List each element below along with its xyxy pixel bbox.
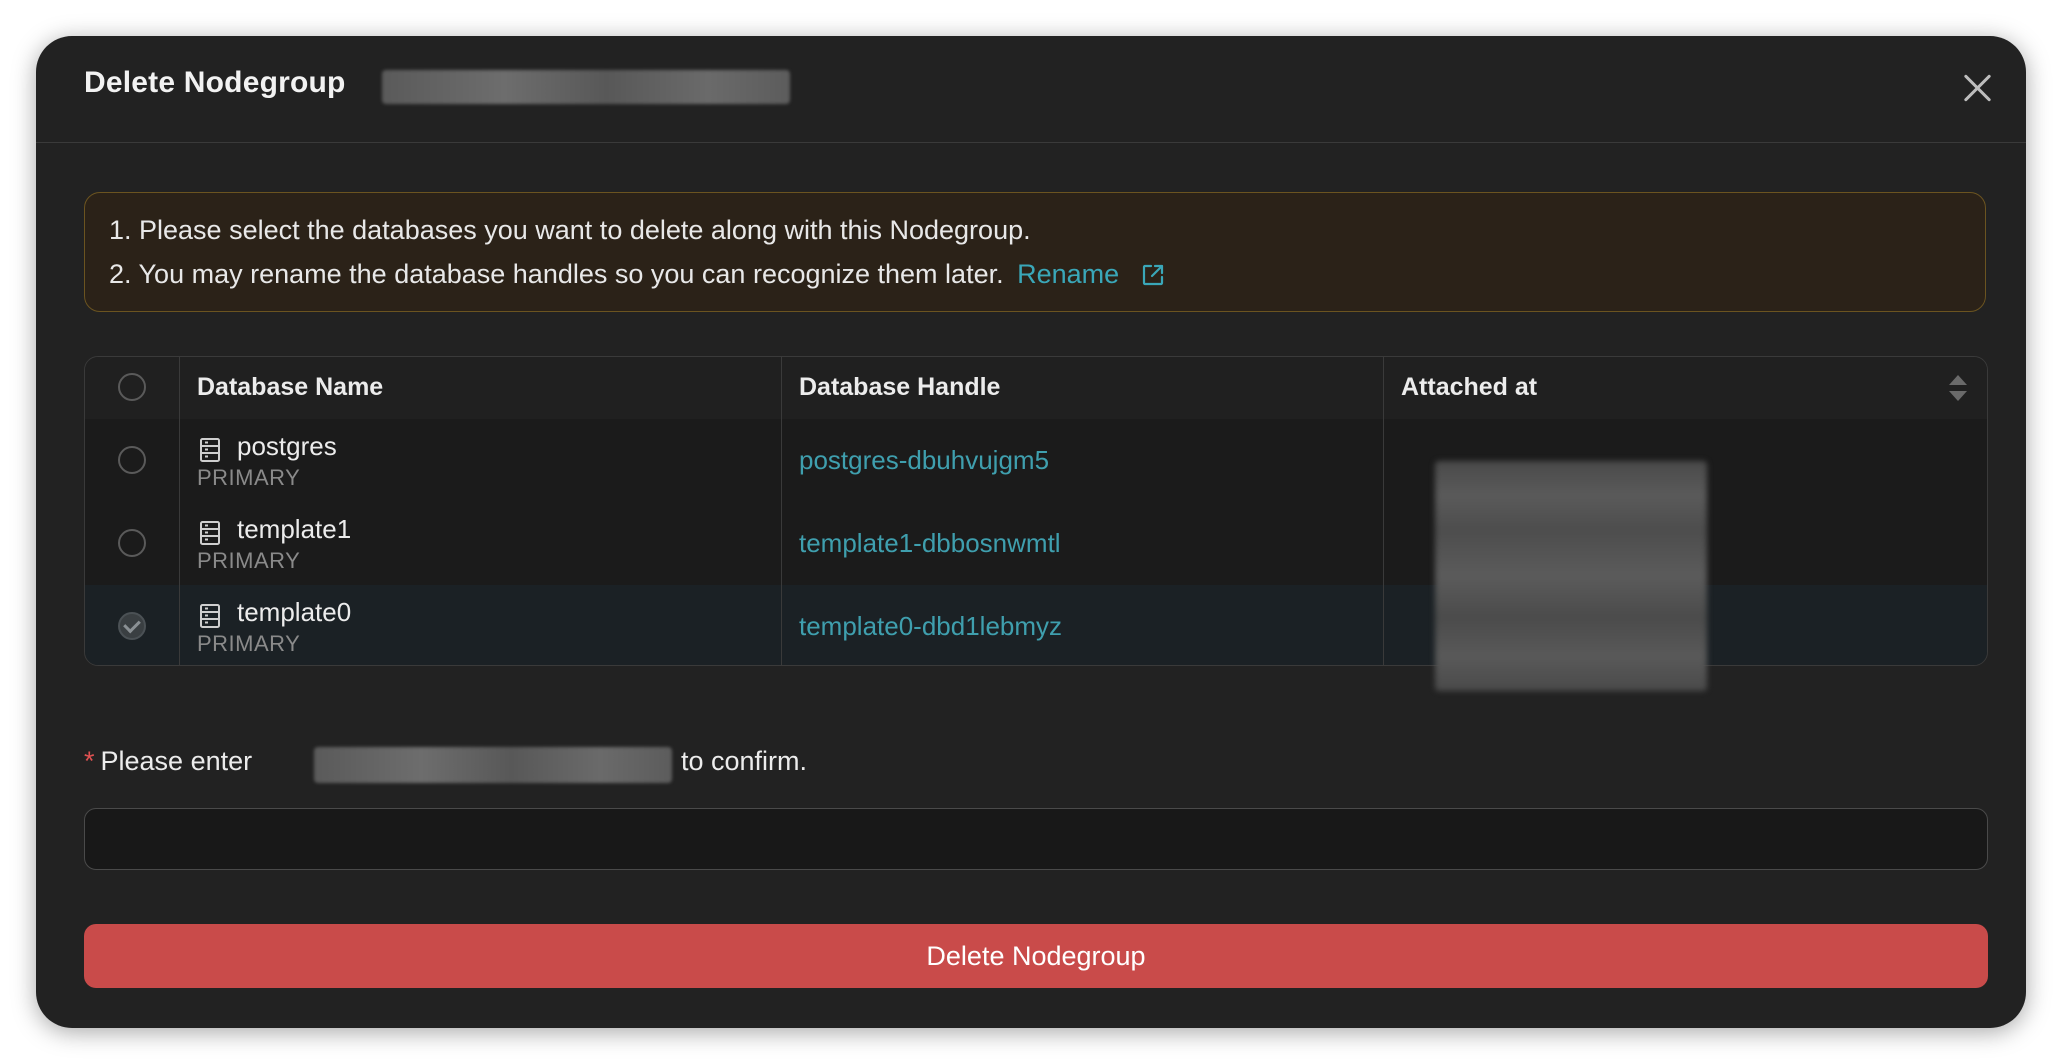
- database-handle-link[interactable]: postgres-dbuhvujgm5: [799, 445, 1049, 476]
- database-role: PRIMARY: [197, 548, 301, 573]
- database-name: template0: [237, 597, 352, 627]
- rename-link-label: Rename: [1017, 259, 1120, 289]
- modal-title: Delete Nodegroup: [84, 66, 346, 99]
- column-divider: [179, 357, 180, 665]
- row-checkbox[interactable]: [118, 612, 146, 640]
- rename-link[interactable]: Rename: [1017, 259, 1165, 289]
- database-icon: [200, 604, 220, 628]
- database-handle-link[interactable]: template0-dbd1lebmyz: [799, 611, 1062, 642]
- row-checkbox[interactable]: [118, 529, 146, 557]
- database-name: postgres: [237, 431, 337, 461]
- required-mark: *: [84, 746, 95, 776]
- notice-line-1: 1. Please select the databases you want …: [109, 215, 1031, 245]
- database-name: template1: [237, 514, 352, 544]
- modal-header: Delete Nodegroup: [36, 36, 2026, 143]
- redacted-nodegroup-name: [382, 70, 790, 104]
- redacted-confirm-text: [314, 747, 672, 783]
- confirm-suffix: to confirm.: [681, 746, 808, 776]
- external-link-icon: [1142, 264, 1163, 286]
- column-header-attached-at[interactable]: Attached at: [1401, 373, 1537, 402]
- notice-line-2: 2. You may rename the database handles s…: [109, 259, 1165, 290]
- confirm-label: * Please enter: [84, 746, 252, 777]
- table-header: Database Name Database Handle Attached a…: [85, 357, 1987, 420]
- delete-nodegroup-modal: Delete Nodegroup 1. Please select the da…: [36, 36, 2026, 1028]
- database-handle-link[interactable]: template1-dbbosnwmtl: [799, 528, 1061, 559]
- column-divider: [1383, 357, 1384, 665]
- confirm-input[interactable]: [84, 808, 1988, 870]
- redacted-attached-at-values: [1435, 461, 1707, 691]
- notice-banner: 1. Please select the databases you want …: [84, 192, 1986, 312]
- database-role: PRIMARY: [197, 465, 301, 490]
- sort-icon[interactable]: [1947, 373, 1969, 403]
- close-icon[interactable]: [1960, 70, 1996, 106]
- select-all-checkbox[interactable]: [118, 373, 146, 401]
- database-role: PRIMARY: [197, 631, 301, 656]
- column-header-database-name: Database Name: [197, 373, 384, 401]
- row-checkbox[interactable]: [118, 446, 146, 474]
- delete-nodegroup-button[interactable]: Delete Nodegroup: [84, 924, 1988, 988]
- database-icon: [200, 438, 220, 462]
- confirm-prefix: Please enter: [100, 746, 253, 776]
- column-divider: [781, 357, 782, 665]
- notice-line-2-text: 2. You may rename the database handles s…: [109, 259, 1004, 289]
- column-header-database-handle: Database Handle: [799, 373, 1001, 401]
- database-icon: [200, 521, 220, 545]
